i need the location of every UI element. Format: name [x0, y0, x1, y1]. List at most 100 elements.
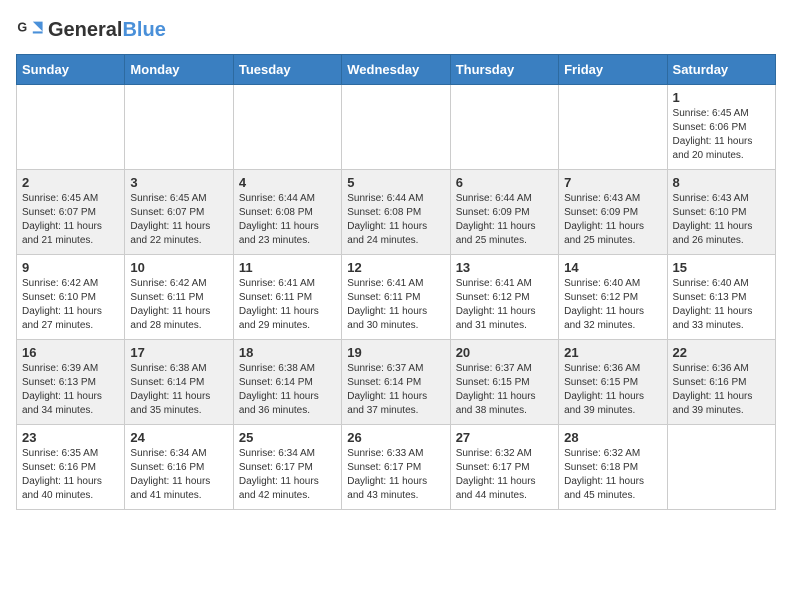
day-number: 6	[456, 175, 553, 190]
day-number: 28	[564, 430, 661, 445]
day-number: 2	[22, 175, 119, 190]
calendar-cell: 15 Sunrise: 6:40 AM Sunset: 6:13 PM Dayli…	[667, 255, 775, 340]
header-saturday: Saturday	[667, 55, 775, 85]
calendar-cell	[342, 85, 450, 170]
calendar-cell: 24 Sunrise: 6:34 AM Sunset: 6:16 PM Dayli…	[125, 425, 233, 510]
day-info: Sunrise: 6:37 AM Sunset: 6:14 PM Dayligh…	[347, 362, 444, 418]
day-info: Sunrise: 6:42 AM Sunset: 6:10 PM Dayligh…	[22, 277, 119, 333]
day-number: 19	[347, 345, 444, 360]
day-info: Sunrise: 6:34 AM Sunset: 6:16 PM Dayligh…	[130, 447, 227, 503]
calendar-cell: 7 Sunrise: 6:43 AM Sunset: 6:09 PM Daylig…	[559, 170, 667, 255]
day-info: Sunrise: 6:34 AM Sunset: 6:17 PM Dayligh…	[239, 447, 336, 503]
day-number: 4	[239, 175, 336, 190]
calendar-cell: 18 Sunrise: 6:38 AM Sunset: 6:14 PM Dayli…	[233, 340, 341, 425]
calendar-cell: 11 Sunrise: 6:41 AM Sunset: 6:11 PM Dayli…	[233, 255, 341, 340]
day-number: 1	[673, 90, 770, 105]
calendar-cell: 25 Sunrise: 6:34 AM Sunset: 6:17 PM Dayli…	[233, 425, 341, 510]
day-info: Sunrise: 6:40 AM Sunset: 6:13 PM Dayligh…	[673, 277, 770, 333]
day-number: 7	[564, 175, 661, 190]
calendar-cell	[17, 85, 125, 170]
day-info: Sunrise: 6:44 AM Sunset: 6:08 PM Dayligh…	[239, 192, 336, 248]
calendar-cell: 28 Sunrise: 6:32 AM Sunset: 6:18 PM Dayli…	[559, 425, 667, 510]
day-number: 21	[564, 345, 661, 360]
calendar-cell: 27 Sunrise: 6:32 AM Sunset: 6:17 PM Dayli…	[450, 425, 558, 510]
day-number: 3	[130, 175, 227, 190]
calendar-cell: 1 Sunrise: 6:45 AM Sunset: 6:06 PM Daylig…	[667, 85, 775, 170]
day-number: 26	[347, 430, 444, 445]
day-number: 25	[239, 430, 336, 445]
day-number: 5	[347, 175, 444, 190]
calendar-cell	[233, 85, 341, 170]
day-info: Sunrise: 6:43 AM Sunset: 6:10 PM Dayligh…	[673, 192, 770, 248]
header-monday: Monday	[125, 55, 233, 85]
header-friday: Friday	[559, 55, 667, 85]
calendar-cell: 20 Sunrise: 6:37 AM Sunset: 6:15 PM Dayli…	[450, 340, 558, 425]
calendar-cell: 14 Sunrise: 6:40 AM Sunset: 6:12 PM Dayli…	[559, 255, 667, 340]
day-number: 22	[673, 345, 770, 360]
day-info: Sunrise: 6:37 AM Sunset: 6:15 PM Dayligh…	[456, 362, 553, 418]
calendar-cell: 8 Sunrise: 6:43 AM Sunset: 6:10 PM Daylig…	[667, 170, 775, 255]
day-info: Sunrise: 6:39 AM Sunset: 6:13 PM Dayligh…	[22, 362, 119, 418]
svg-text:G: G	[17, 20, 27, 34]
day-info: Sunrise: 6:32 AM Sunset: 6:18 PM Dayligh…	[564, 447, 661, 503]
day-info: Sunrise: 6:43 AM Sunset: 6:09 PM Dayligh…	[564, 192, 661, 248]
calendar-cell: 22 Sunrise: 6:36 AM Sunset: 6:16 PM Dayli…	[667, 340, 775, 425]
logo: G GeneralBlue	[16, 16, 166, 44]
day-number: 17	[130, 345, 227, 360]
day-info: Sunrise: 6:41 AM Sunset: 6:11 PM Dayligh…	[347, 277, 444, 333]
calendar-week-row: 23Sunrise: 6:35 AM Sunset: 6:16 PM Dayli…	[17, 425, 776, 510]
calendar-cell: 13 Sunrise: 6:41 AM Sunset: 6:12 PM Dayli…	[450, 255, 558, 340]
calendar-cell: 5 Sunrise: 6:44 AM Sunset: 6:08 PM Daylig…	[342, 170, 450, 255]
header-tuesday: Tuesday	[233, 55, 341, 85]
logo-icon: G	[16, 16, 44, 44]
day-number: 20	[456, 345, 553, 360]
day-number: 24	[130, 430, 227, 445]
day-info: Sunrise: 6:33 AM Sunset: 6:17 PM Dayligh…	[347, 447, 444, 503]
day-info: Sunrise: 6:38 AM Sunset: 6:14 PM Dayligh…	[130, 362, 227, 418]
day-number: 8	[673, 175, 770, 190]
calendar-cell: 21 Sunrise: 6:36 AM Sunset: 6:15 PM Dayli…	[559, 340, 667, 425]
day-info: Sunrise: 6:36 AM Sunset: 6:16 PM Dayligh…	[673, 362, 770, 418]
day-info: Sunrise: 6:45 AM Sunset: 6:06 PM Dayligh…	[673, 107, 770, 163]
day-info: Sunrise: 6:41 AM Sunset: 6:12 PM Dayligh…	[456, 277, 553, 333]
calendar-cell: 19 Sunrise: 6:37 AM Sunset: 6:14 PM Dayli…	[342, 340, 450, 425]
day-number: 18	[239, 345, 336, 360]
calendar-table: SundayMondayTuesdayWednesdayThursdayFrid…	[16, 54, 776, 510]
day-number: 13	[456, 260, 553, 275]
header-sunday: Sunday	[17, 55, 125, 85]
calendar-cell	[559, 85, 667, 170]
calendar-cell: 12Sunrise: 6:41 AM Sunset: 6:11 PM Dayli…	[342, 255, 450, 340]
calendar-cell: 26 Sunrise: 6:33 AM Sunset: 6:17 PM Dayli…	[342, 425, 450, 510]
calendar-cell: 16 Sunrise: 6:39 AM Sunset: 6:13 PM Dayli…	[17, 340, 125, 425]
logo-general: General	[48, 19, 122, 41]
day-number: 27	[456, 430, 553, 445]
day-info: Sunrise: 6:35 AM Sunset: 6:16 PM Dayligh…	[22, 447, 119, 503]
day-number: 15	[673, 260, 770, 275]
calendar-cell: 6 Sunrise: 6:44 AM Sunset: 6:09 PM Daylig…	[450, 170, 558, 255]
calendar-cell: 23Sunrise: 6:35 AM Sunset: 6:16 PM Dayli…	[17, 425, 125, 510]
calendar-week-row: 1 Sunrise: 6:45 AM Sunset: 6:06 PM Daylig…	[17, 85, 776, 170]
day-info: Sunrise: 6:44 AM Sunset: 6:09 PM Dayligh…	[456, 192, 553, 248]
calendar-cell: 4 Sunrise: 6:44 AM Sunset: 6:08 PM Daylig…	[233, 170, 341, 255]
day-number: 10	[130, 260, 227, 275]
day-info: Sunrise: 6:38 AM Sunset: 6:14 PM Dayligh…	[239, 362, 336, 418]
calendar-cell: 10Sunrise: 6:42 AM Sunset: 6:11 PM Dayli…	[125, 255, 233, 340]
day-info: Sunrise: 6:41 AM Sunset: 6:11 PM Dayligh…	[239, 277, 336, 333]
calendar-week-row: 2 Sunrise: 6:45 AM Sunset: 6:07 PM Daylig…	[17, 170, 776, 255]
day-number: 16	[22, 345, 119, 360]
day-number: 11	[239, 260, 336, 275]
calendar-header-row: SundayMondayTuesdayWednesdayThursdayFrid…	[17, 55, 776, 85]
day-info: Sunrise: 6:40 AM Sunset: 6:12 PM Dayligh…	[564, 277, 661, 333]
header-wednesday: Wednesday	[342, 55, 450, 85]
calendar-week-row: 9Sunrise: 6:42 AM Sunset: 6:10 PM Daylig…	[17, 255, 776, 340]
day-info: Sunrise: 6:44 AM Sunset: 6:08 PM Dayligh…	[347, 192, 444, 248]
calendar-cell: 3 Sunrise: 6:45 AM Sunset: 6:07 PM Daylig…	[125, 170, 233, 255]
calendar-week-row: 16 Sunrise: 6:39 AM Sunset: 6:13 PM Dayli…	[17, 340, 776, 425]
header: G GeneralBlue	[16, 16, 776, 44]
day-info: Sunrise: 6:45 AM Sunset: 6:07 PM Dayligh…	[22, 192, 119, 248]
day-number: 14	[564, 260, 661, 275]
calendar-cell: 17 Sunrise: 6:38 AM Sunset: 6:14 PM Dayli…	[125, 340, 233, 425]
day-info: Sunrise: 6:45 AM Sunset: 6:07 PM Dayligh…	[130, 192, 227, 248]
day-info: Sunrise: 6:36 AM Sunset: 6:15 PM Dayligh…	[564, 362, 661, 418]
day-info: Sunrise: 6:32 AM Sunset: 6:17 PM Dayligh…	[456, 447, 553, 503]
